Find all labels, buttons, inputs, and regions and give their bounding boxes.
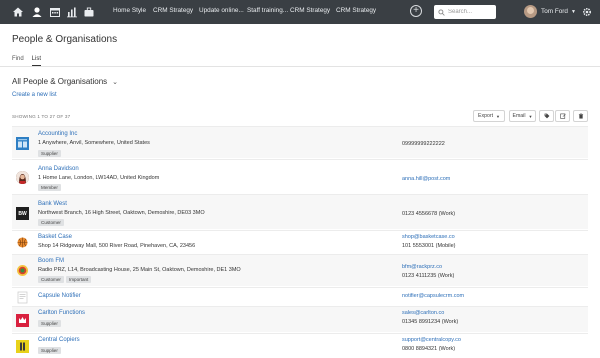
row-name[interactable]: Bank West — [38, 201, 67, 207]
caret-down-icon: ▼ — [496, 113, 500, 119]
capsule-notifier-logo — [16, 291, 29, 304]
edit-button[interactable] — [555, 110, 570, 122]
row-tags: Supplier — [38, 320, 61, 327]
row-name[interactable]: Anna Davidson — [38, 166, 79, 172]
row-contact: 09999999222222 — [402, 141, 445, 147]
trash-icon — [578, 113, 583, 119]
accounting-inc-logo — [16, 137, 29, 150]
anna-davidson-avatar — [16, 171, 29, 184]
list-row[interactable]: Accounting Inc 1 Anywhere, Anvil, Somewh… — [12, 126, 588, 158]
row-name[interactable]: Boom FM — [38, 258, 64, 264]
view-tabs: Find List — [12, 56, 42, 66]
tag-button[interactable] — [539, 110, 554, 122]
tag-badge[interactable]: Customer — [38, 276, 64, 283]
briefcase-icon[interactable] — [82, 5, 96, 19]
tab-list[interactable]: List — [31, 56, 42, 66]
list-view-selector[interactable]: All People & Organisations ⌄ — [12, 77, 118, 86]
row-phone: 0800 8894321 (Work) — [402, 346, 456, 352]
create-list-link[interactable]: Create a new list — [12, 92, 57, 98]
row-phone: 01345 8991234 (Work) — [402, 319, 459, 325]
tag-badge[interactable]: Member — [38, 184, 61, 191]
avatar — [524, 5, 537, 18]
row-tags: Customer — [38, 219, 64, 226]
tag-badge[interactable]: Important — [65, 276, 92, 283]
nav-link-crm-strategy-3[interactable]: CRM Strategy — [336, 7, 376, 14]
list-row[interactable]: Central Copiers Supplier support@central… — [12, 333, 588, 358]
row-tags: Supplier — [38, 150, 61, 157]
home-icon[interactable] — [11, 5, 25, 19]
row-email[interactable]: shop@basketcase.co — [402, 234, 455, 240]
row-email[interactable]: anna.hill@post.com — [402, 176, 450, 182]
nav-link-crm-strategy[interactable]: CRM Strategy — [153, 7, 193, 14]
row-tags: Member — [38, 184, 61, 191]
row-contact: 0123 4556678 (Work) — [402, 211, 456, 217]
plus-circle-icon[interactable]: + — [410, 5, 422, 17]
tag-badge[interactable]: Supplier — [38, 347, 61, 354]
nav-link-update-online[interactable]: Update online... — [199, 7, 244, 14]
row-name[interactable]: Capsule Notifier — [38, 293, 81, 299]
basket-case-logo — [16, 236, 29, 249]
central-copiers-logo — [16, 340, 29, 353]
caret-down-icon: ▼ — [571, 8, 576, 15]
nav-link-staff-training[interactable]: Staff training... — [247, 7, 288, 14]
top-navigation-bar: Home Style CRM Strategy Update online...… — [0, 0, 600, 24]
carlton-functions-logo — [16, 314, 29, 327]
list-row[interactable]: Anna Davidson 1 Home Lane, London, LW14A… — [12, 159, 588, 193]
nav-link-home-style[interactable]: Home Style — [113, 7, 146, 14]
user-name: Tom Ford — [541, 8, 568, 15]
row-name[interactable]: Basket Case — [38, 234, 72, 240]
caret-down-icon: ▼ — [528, 113, 533, 119]
row-email[interactable]: sales@carlton.co — [402, 310, 444, 316]
list-row[interactable]: Basket Case Shop 14 Ridgeway Mall, 500 R… — [12, 230, 588, 253]
user-icon[interactable] — [30, 5, 44, 19]
row-address: Radio PRZ, L14, Broadcasting House, 25 M… — [38, 267, 241, 273]
tag-icon — [544, 113, 549, 119]
list-row[interactable]: Boom FM Radio PRZ, L14, Broadcasting Hou… — [12, 254, 588, 286]
row-tags: Supplier — [38, 347, 61, 354]
export-label: Export — [478, 113, 494, 119]
tab-find[interactable]: Find — [12, 56, 24, 66]
row-phone: 0123 4111235 (Work) — [402, 273, 455, 279]
row-name[interactable]: Carlton Functions — [38, 310, 85, 316]
row-address: 1 Home Lane, London, LW14AD, United King… — [38, 175, 160, 181]
row-address: Northwest Branch, 16 High Street, Oaktow… — [38, 210, 205, 216]
row-name[interactable]: Accounting Inc — [38, 131, 77, 137]
user-menu[interactable]: Tom Ford ▼ — [524, 5, 576, 18]
tag-badge[interactable]: Supplier — [38, 320, 61, 327]
row-email[interactable]: bfm@rackprz.co — [402, 264, 442, 270]
gear-icon[interactable] — [580, 5, 594, 19]
boom-fm-logo — [16, 264, 29, 277]
view-title: All People & Organisations — [12, 77, 108, 86]
search-icon — [438, 8, 445, 16]
row-name[interactable]: Central Copiers — [38, 337, 80, 343]
bank-west-logo: BW — [16, 207, 29, 220]
list-row[interactable]: BW Bank West Northwest Branch, 16 High S… — [12, 194, 588, 229]
page-title: People & Organisations — [12, 34, 118, 45]
edit-icon — [559, 113, 566, 119]
search-box[interactable] — [434, 5, 496, 19]
export-button[interactable]: Export ▼ — [473, 110, 505, 122]
row-email[interactable]: support@centralcopy.co — [402, 337, 461, 343]
tag-badge[interactable]: Customer — [38, 219, 64, 226]
showing-count: SHOWING 1 TO 27 OF 37 — [12, 114, 71, 119]
tag-badge[interactable]: Supplier — [38, 150, 61, 157]
list-row[interactable]: Carlton Functions Supplier sales@carlton… — [12, 306, 588, 332]
row-address: Shop 14 Ridgeway Mall, 500 River Road, P… — [38, 243, 196, 249]
email-button[interactable]: Email ▼ — [509, 110, 536, 122]
chart-icon[interactable] — [65, 5, 79, 19]
delete-button[interactable] — [573, 110, 588, 122]
nav-link-crm-strategy-2[interactable]: CRM Strategy — [290, 7, 330, 14]
row-tags: Customer Important — [38, 276, 92, 283]
row-address: 1 Anywhere, Anvil, Somewhere, United Sta… — [38, 140, 150, 146]
row-email[interactable]: notifier@capsulecrm.com — [402, 293, 464, 299]
row-phone: 101 5553001 (Mobile) — [402, 243, 456, 249]
chevron-down-icon: ⌄ — [112, 78, 119, 86]
calendar-icon[interactable] — [48, 5, 62, 19]
divider — [0, 66, 600, 67]
search-input[interactable] — [448, 9, 496, 15]
email-label: Email — [512, 113, 526, 119]
list-row[interactable]: Capsule Notifier notifier@capsulecrm.com — [12, 287, 588, 305]
